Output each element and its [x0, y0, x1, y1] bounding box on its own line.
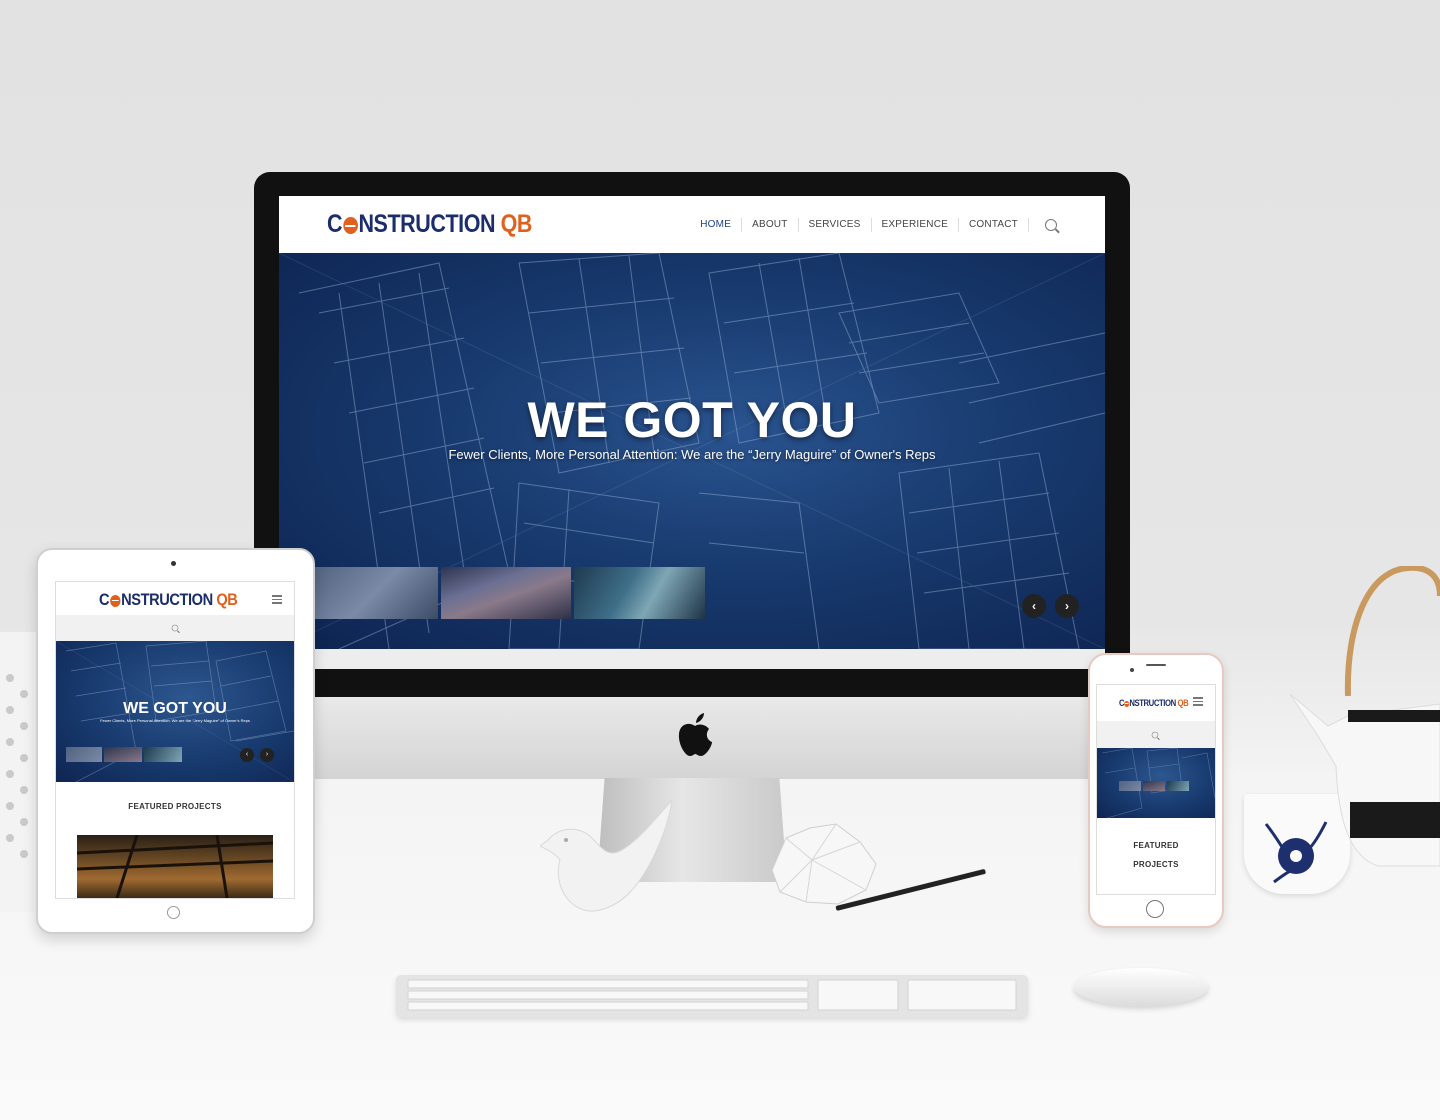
tablet-featured-heading: FEATURED PROJECTS: [128, 802, 222, 811]
hero-slider: WE GOT YOU Fewer Clients, More Personal …: [279, 253, 1105, 649]
tablet-header: C NSTRUCTION QB: [56, 582, 294, 615]
hamburger-menu-icon[interactable]: [272, 593, 282, 606]
search-icon[interactable]: [1151, 731, 1159, 739]
next-slide-button[interactable]: ›: [1055, 594, 1079, 618]
site-logo[interactable]: C NSTRUCTION QB: [327, 210, 532, 239]
tablet-hero-title: WE GOT YOU: [123, 700, 227, 717]
featured-project-image[interactable]: [77, 835, 273, 898]
nav-contact[interactable]: CONTACT: [959, 217, 1029, 232]
search-icon[interactable]: [171, 624, 179, 632]
imac-chin: [311, 697, 1130, 779]
tablet-logo[interactable]: C NSTRUCTION QB: [99, 590, 238, 610]
tablet-hero-subtitle: Fewer Clients, More Personal Attention: …: [100, 718, 250, 723]
prev-slide-button[interactable]: ‹: [1022, 594, 1046, 618]
nav-about[interactable]: ABOUT: [742, 217, 799, 232]
site-header: C NSTRUCTION QB HOME ABOUT SERVICES EXPER…: [279, 196, 1105, 253]
tablet-prev-button[interactable]: ‹: [240, 748, 254, 762]
keyboard-decoration: [396, 975, 1028, 1017]
ipad-home-button: [167, 906, 180, 919]
content-strip: [279, 649, 1105, 669]
teapot-decoration: [1289, 566, 1440, 867]
football-icon: [1124, 700, 1130, 707]
tablet-thumb-3[interactable]: [144, 747, 182, 762]
nav-experience[interactable]: EXPERIENCE: [872, 217, 959, 232]
nav-services[interactable]: SERVICES: [799, 217, 872, 232]
phone-thumb-1[interactable]: [1119, 781, 1141, 791]
football-icon: [342, 216, 358, 234]
tablet-next-button[interactable]: ›: [260, 748, 274, 762]
iphone-home-button: [1146, 900, 1164, 918]
ceramic-bird-decoration: [540, 800, 673, 912]
tablet-thumb-1[interactable]: [66, 747, 102, 762]
slide-thumbnail-3[interactable]: [574, 567, 705, 619]
slide-thumbnail-2[interactable]: [441, 567, 571, 619]
phone-featured-line1: FEATURED: [1133, 841, 1179, 850]
hero-title: WE GOT YOU: [527, 392, 857, 448]
phone-search-bar[interactable]: [1097, 721, 1215, 748]
phone-header: C NSTRUCTION QB: [1097, 685, 1215, 721]
vase-decoration: [0, 632, 36, 912]
hero-subtitle: Fewer Clients, More Personal Attention: …: [448, 447, 936, 462]
tablet-thumb-2[interactable]: [104, 747, 142, 762]
iphone-camera: [1130, 668, 1134, 672]
tablet-hero: WE GOT YOU Fewer Clients, More Personal …: [56, 641, 294, 782]
phone-featured-line2: PROJECTS: [1133, 860, 1179, 869]
football-icon: [109, 594, 121, 607]
phone-logo[interactable]: C NSTRUCTION QB: [1119, 698, 1189, 708]
mouse-decoration: [1074, 968, 1208, 1006]
tablet-screen: C NSTRUCTION QB WE GOT YOU Fewer Clients,…: [55, 581, 295, 899]
nav-home[interactable]: HOME: [690, 217, 743, 232]
search-icon[interactable]: [1045, 218, 1057, 231]
phone-hero: [1097, 748, 1215, 818]
main-nav: HOME ABOUT SERVICES EXPERIENCE CONTACT: [690, 196, 1057, 253]
phone-screen: C NSTRUCTION QB FEATURED PROJECTS: [1096, 684, 1216, 895]
tablet-search-bar[interactable]: [56, 615, 294, 641]
apple-logo-icon: [678, 713, 712, 756]
ipad-camera: [171, 561, 176, 566]
iphone-speaker: [1146, 664, 1166, 666]
crumpled-paper-decoration: [771, 823, 877, 905]
slide-thumbnail-1[interactable]: [312, 567, 438, 619]
hamburger-menu-icon[interactable]: [1193, 695, 1203, 708]
desktop-screen: C NSTRUCTION QB HOME ABOUT SERVICES EXPER…: [279, 196, 1105, 669]
phone-thumb-2[interactable]: [1143, 781, 1165, 791]
phone-thumb-3[interactable]: [1167, 781, 1189, 791]
